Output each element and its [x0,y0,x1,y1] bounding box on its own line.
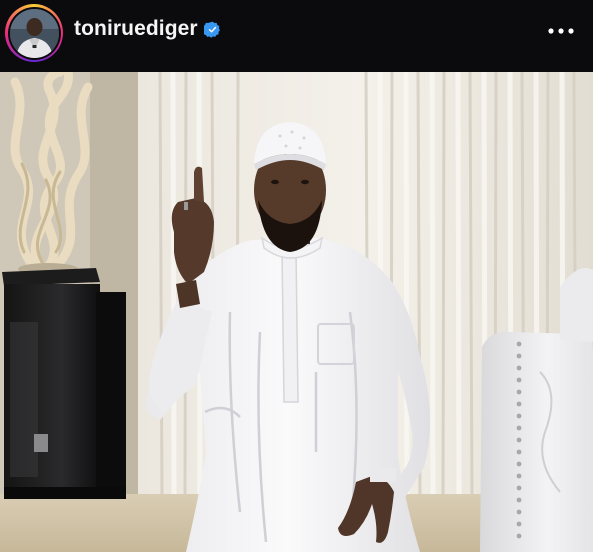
instagram-post: toniruediger [0,0,593,552]
profile-avatar[interactable] [9,8,59,58]
post-photo [0,72,593,552]
ellipsis-horizontal-icon [548,28,574,34]
story-ring[interactable] [5,4,63,62]
username[interactable]: toniruediger [74,17,198,41]
post-header: toniruediger [0,0,593,72]
verified-badge-icon [203,21,220,38]
post-image[interactable] [0,72,593,552]
username-row: toniruediger [74,17,221,41]
more-options-button[interactable] [547,20,575,42]
avatar-image [9,8,59,58]
